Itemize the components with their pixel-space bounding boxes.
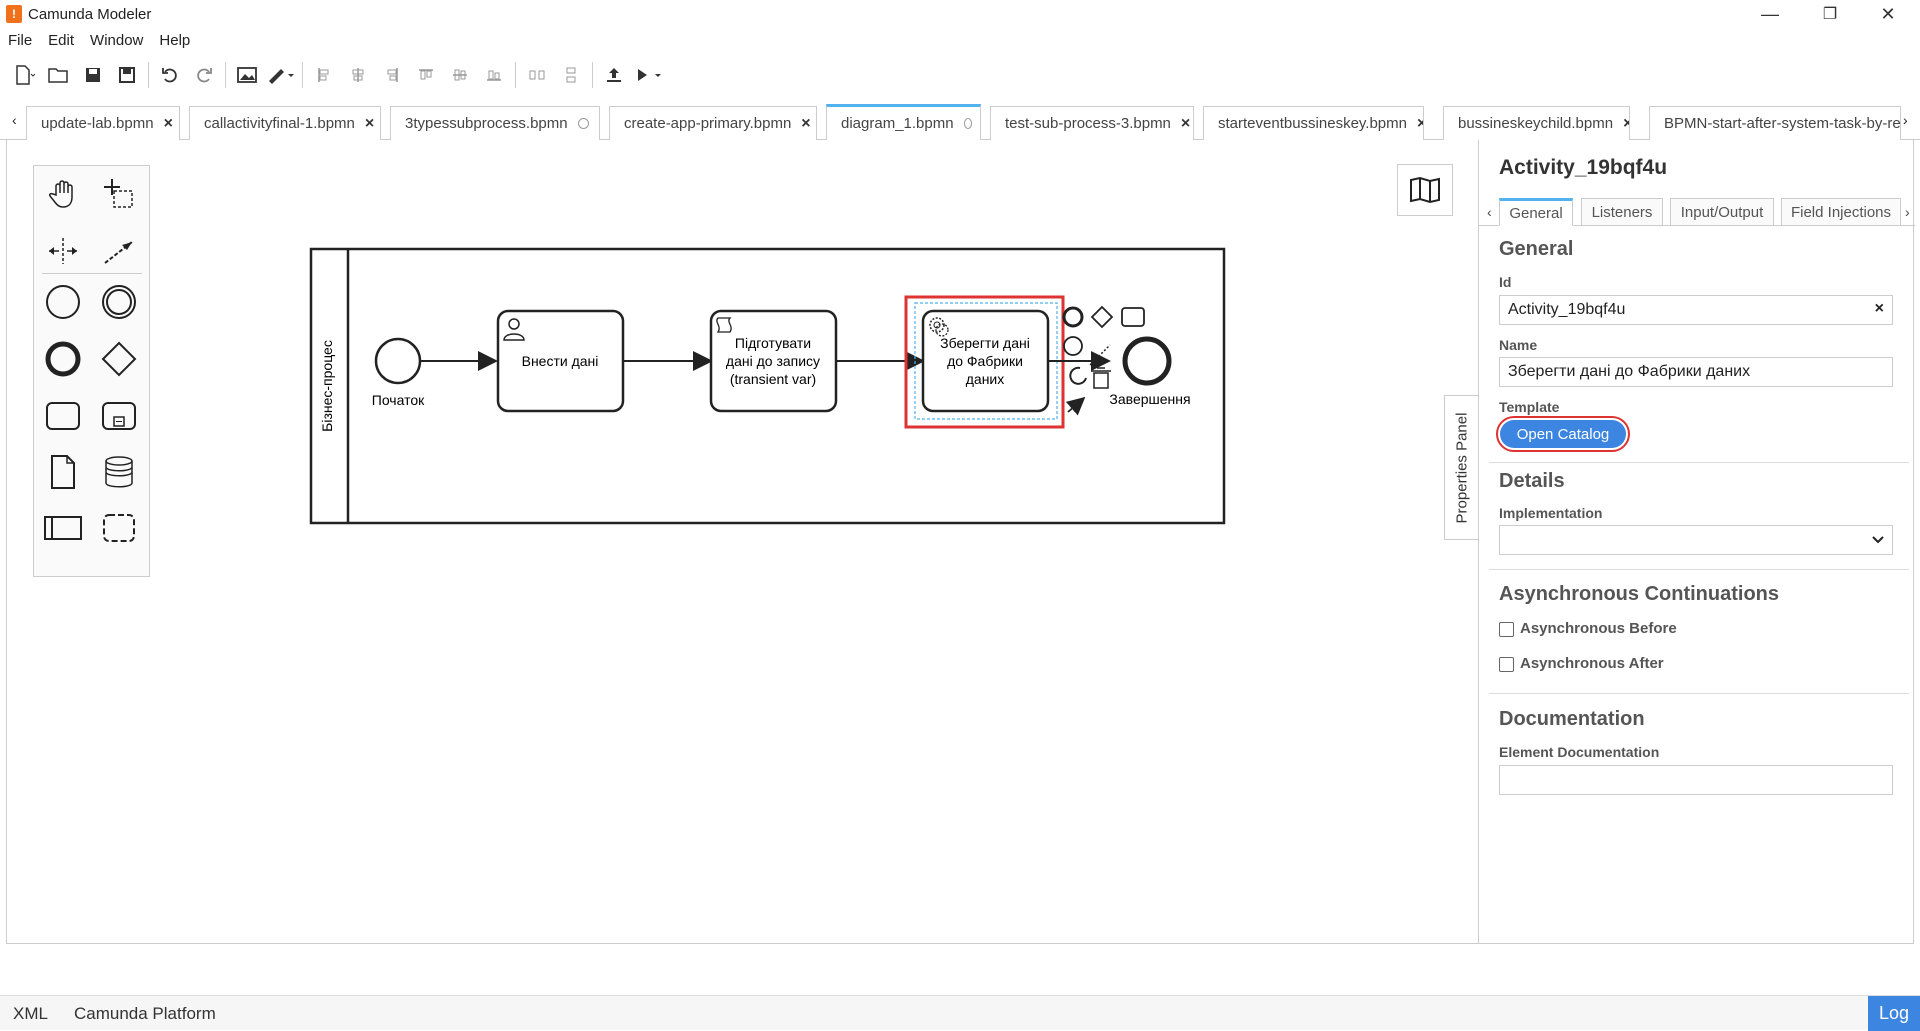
section-divider [1489,569,1909,570]
minimize-button[interactable]: — [1740,0,1800,28]
pool-label: Бізнес-процес [319,340,335,432]
tabs-scroll-right-icon[interactable]: › [1903,112,1908,128]
template-label: Template [1499,399,1560,415]
end-event[interactable] [1122,336,1172,386]
properties-panel: Activity_19bqf4u ‹ General Listeners Inp… [1478,140,1915,944]
platform-selector[interactable]: Camunda Platform [74,1004,216,1024]
bpmn-diagram: Бізнес-процес Початок Внести дані Підгот… [309,247,1226,525]
open-catalog-button[interactable]: Open Catalog [1500,420,1626,448]
tabs-scroll-left-icon[interactable]: ‹ [1487,204,1492,220]
tab-label: bussineskeychild.bpmn [1458,115,1614,132]
implementation-label: Implementation [1499,505,1603,521]
name-value: Зберегти дані до Фабрики даних [1508,363,1751,380]
section-divider [1489,693,1909,694]
tab-bpmn-start-after-system-task[interactable]: BPMN-start-after-system-task-by-re [1649,106,1901,140]
close-icon[interactable]: × [1623,115,1629,133]
async-after-label: Asynchronous After [1520,655,1664,672]
section-divider [1489,462,1909,463]
details-section-title: Details [1499,470,1565,492]
close-window-button[interactable]: ✕ [1858,0,1918,28]
append-end-event-icon[interactable] [1062,306,1084,328]
tabs-scroll-right-icon[interactable]: › [1905,204,1910,220]
async-after-checkbox[interactable] [1499,657,1514,672]
documentation-label: Element Documentation [1499,744,1660,760]
service-task-line3: даних [966,371,1005,387]
id-value: Activity_19bqf4u [1508,301,1626,318]
map-icon [1410,176,1440,204]
id-label: Id [1499,274,1512,290]
properties-panel-toggle-label: Properties Panel [1453,412,1470,523]
maximize-button[interactable]: ❐ [1800,0,1860,28]
tab-input-output[interactable]: Input/Output [1670,198,1774,226]
id-field[interactable]: Activity_19bqf4u × [1499,295,1893,325]
start-event-label: Початок [372,392,425,408]
tab-general[interactable]: General [1499,198,1573,226]
xml-toggle[interactable]: XML [13,1004,48,1024]
start-event[interactable] [374,337,422,385]
status-bar: XML Camunda Platform Log [0,995,1920,1031]
chevron-down-icon [1872,536,1884,544]
tab-listeners[interactable]: Listeners [1581,198,1663,226]
general-section-title: General [1499,238,1574,260]
script-task-line1: Підготувати [735,335,811,351]
minimap-toggle[interactable] [1397,164,1453,216]
implementation-select[interactable] [1499,525,1893,555]
tab-field-injections[interactable]: Field Injections [1781,198,1901,226]
element-title: Activity_19bqf4u [1499,156,1668,179]
name-label: Name [1499,337,1538,353]
append-task-icon[interactable] [1121,307,1145,327]
async-section-title: Asynchronous Continuations [1499,583,1779,605]
user-task-label: Внести дані [522,353,599,369]
end-event-label: Завершення [1109,391,1190,407]
async-before-checkbox[interactable] [1499,622,1514,637]
service-task-line1: Зберегти дані [940,335,1030,351]
name-field[interactable]: Зберегти дані до Фабрики даних [1499,357,1893,387]
properties-tabs: ‹ General Listeners Input/Output Field I… [1479,196,1915,226]
script-task-line3: (transient var) [730,371,816,387]
clear-icon[interactable]: × [1875,300,1884,318]
async-before-label: Asynchronous Before [1520,620,1677,637]
documentation-section-title: Documentation [1499,708,1645,730]
documentation-field[interactable] [1499,765,1893,795]
script-task-line2: дані до запису [726,353,820,369]
log-button[interactable]: Log [1868,996,1920,1031]
service-task-line2: до Фабрики [947,353,1023,369]
tab-label: BPMN-start-after-system-task-by-re [1664,115,1901,132]
properties-panel-toggle[interactable]: Properties Panel [1444,395,1478,540]
append-intermediate-event-icon[interactable] [1063,336,1083,356]
